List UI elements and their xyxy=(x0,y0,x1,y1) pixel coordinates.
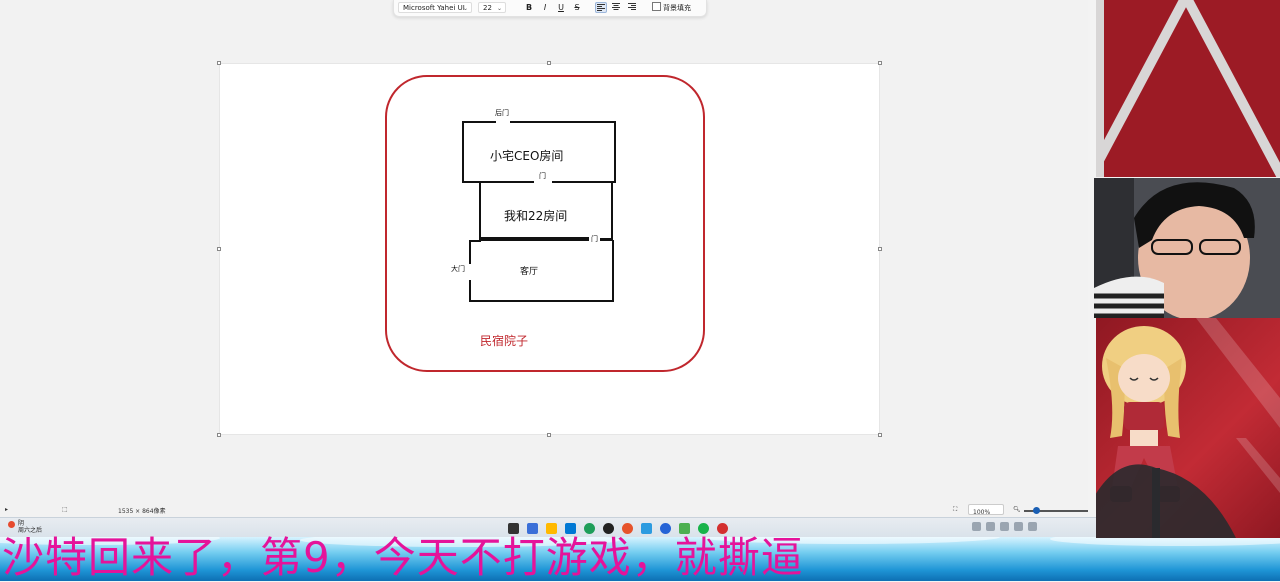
ceo-room-label: 小宅CEO房间 xyxy=(490,149,564,163)
wall xyxy=(479,237,589,241)
zoom-slider-knob[interactable] xyxy=(1033,507,1040,514)
tray-icon[interactable] xyxy=(1014,522,1023,531)
streamer-silhouette xyxy=(1094,178,1280,318)
resize-handle[interactable] xyxy=(547,433,551,437)
chevron-down-icon: ⌄ xyxy=(462,5,468,12)
strikethrough-button[interactable]: S xyxy=(571,2,583,13)
checkbox-box xyxy=(652,2,661,11)
wall xyxy=(462,121,496,123)
fit-screen-icon[interactable]: ⛶ xyxy=(953,506,957,514)
wall xyxy=(469,280,471,302)
wall xyxy=(612,240,614,302)
decor-stripe xyxy=(1175,0,1280,177)
fill-background-checkbox[interactable]: 背景填充 xyxy=(652,2,704,13)
resize-handle[interactable] xyxy=(547,61,551,65)
tray-icon[interactable] xyxy=(1000,522,1009,531)
resize-handle[interactable] xyxy=(217,247,221,251)
underline-button[interactable]: U xyxy=(555,2,567,13)
wave-highlight xyxy=(1050,537,1280,546)
weather-icon xyxy=(8,521,15,528)
wall xyxy=(552,181,616,183)
decor-border xyxy=(1096,0,1104,177)
shared-room-label: 我和22房间 xyxy=(504,209,568,223)
resize-handle[interactable] xyxy=(878,433,882,437)
font-family-select[interactable]: Microsoft Yahei UI ⌄ xyxy=(398,2,472,13)
weather-title: 阴 xyxy=(18,520,25,527)
front-door-label: 大门 xyxy=(451,265,465,273)
font-size-select[interactable]: 22 ⌄ xyxy=(478,2,506,13)
align-right-button[interactable] xyxy=(626,2,638,13)
resize-handle[interactable] xyxy=(878,247,882,251)
wall xyxy=(614,121,616,183)
tray-icon[interactable] xyxy=(1028,522,1037,531)
font-size-value: 22 xyxy=(483,4,492,12)
align-center-icon xyxy=(612,3,620,10)
wall xyxy=(510,121,616,123)
paint-app-window: Microsoft Yahei UI ⌄ 22 ⌄ B I U S 背景填充 后… xyxy=(0,0,1088,581)
stream-decor-panel xyxy=(1096,0,1280,177)
wall xyxy=(479,181,481,241)
align-center-button[interactable] xyxy=(610,2,622,13)
zoom-out-icon[interactable]: 🔍︎ xyxy=(1013,506,1021,513)
door-label: 门 xyxy=(591,235,598,243)
tray-icon[interactable] xyxy=(986,522,995,531)
tray-icon[interactable] xyxy=(972,522,981,531)
yard-label: 民宿院子 xyxy=(480,334,529,348)
wall xyxy=(469,300,614,302)
chevron-down-icon: ⌄ xyxy=(496,5,502,12)
wall xyxy=(611,181,613,241)
align-left-icon xyxy=(597,4,605,11)
align-left-button[interactable] xyxy=(595,2,607,13)
selection-icon: ⬚ xyxy=(62,506,68,513)
wall xyxy=(462,181,534,183)
decor-stripe xyxy=(1096,0,1197,177)
stream-subtitle: 沙特回来了，第9，今天不打游戏，就撕逼 xyxy=(2,533,804,582)
mascot-panel xyxy=(1096,318,1280,538)
bold-button[interactable]: B xyxy=(523,2,535,13)
wall xyxy=(469,240,471,264)
pointer-icon: ▸ xyxy=(5,506,9,513)
fill-background-label: 背景填充 xyxy=(663,4,691,12)
living-room-label: 客厅 xyxy=(520,267,539,277)
mascot-character xyxy=(1096,318,1280,538)
align-right-icon xyxy=(628,3,636,10)
text-format-toolbar: Microsoft Yahei UI ⌄ 22 ⌄ B I U S 背景填充 xyxy=(393,0,707,17)
italic-button[interactable]: I xyxy=(539,2,551,13)
wall xyxy=(462,121,464,183)
back-door-label: 后门 xyxy=(495,109,509,117)
canvas-size-text: 1535 × 864像素 xyxy=(118,508,166,515)
resize-handle[interactable] xyxy=(217,61,221,65)
resize-handle[interactable] xyxy=(217,433,221,437)
door-label: 门 xyxy=(539,172,546,180)
zoom-select[interactable]: 100% xyxy=(968,504,1004,516)
webcam-feed xyxy=(1094,178,1280,318)
status-bar: ▸ ⬚ 1535 × 864像素 ⛶ 100% 🔍︎ xyxy=(0,503,1088,517)
resize-handle[interactable] xyxy=(878,61,882,65)
font-family-value: Microsoft Yahei UI xyxy=(403,4,465,12)
